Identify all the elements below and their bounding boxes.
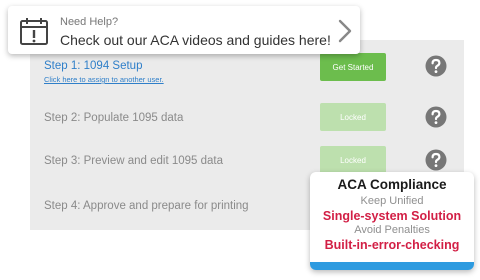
- aca-compliance-card: ACA Compliance Keep Unified Single-syste…: [310, 172, 474, 270]
- step-4: Step 4: Approve and prepare for printing: [44, 196, 249, 214]
- step-1-title[interactable]: Step 1: 1094 Setup: [44, 60, 142, 72]
- step-3-locked-button[interactable]: Locked: [320, 146, 386, 174]
- compliance-card-bar: [310, 262, 474, 270]
- help-banner-text[interactable]: Check out our ACA videos and guides here…: [60, 32, 331, 48]
- chevron-right-icon[interactable]: [336, 18, 354, 49]
- compliance-line-single-system: Single-system Solution: [322, 209, 462, 223]
- compliance-line-error-checking: Built-in-error-checking: [324, 238, 460, 252]
- step-2-title: Step 2: Populate 1095 data: [44, 112, 184, 124]
- step-3-title: Step 3: Preview and edit 1095 data: [44, 155, 224, 167]
- question-circle-icon[interactable]: [425, 149, 447, 171]
- help-banner-title: Need Help?: [60, 16, 119, 28]
- assign-user-link[interactable]: Click here to assign to another user.: [44, 75, 164, 84]
- step-3: Step 3: Preview and edit 1095 data: [44, 151, 223, 169]
- step-1: Step 1: 1094 Setup Click here to assign …: [44, 56, 164, 84]
- step-2-locked-button[interactable]: Locked: [320, 103, 386, 131]
- question-circle-icon[interactable]: [425, 106, 447, 128]
- compliance-line-keep-unified: Keep Unified: [360, 195, 424, 207]
- calendar-alert-icon: [18, 15, 50, 52]
- help-banner[interactable]: Need Help? Check out our ACA videos and …: [8, 6, 360, 54]
- step-4-title: Step 4: Approve and prepare for printing: [44, 200, 249, 212]
- question-circle-icon[interactable]: [425, 55, 447, 77]
- get-started-button[interactable]: Get Started: [320, 53, 386, 81]
- compliance-title: ACA Compliance: [337, 177, 447, 192]
- step-2: Step 2: Populate 1095 data: [44, 108, 183, 126]
- compliance-line-avoid-penalties: Avoid Penalties: [354, 224, 430, 236]
